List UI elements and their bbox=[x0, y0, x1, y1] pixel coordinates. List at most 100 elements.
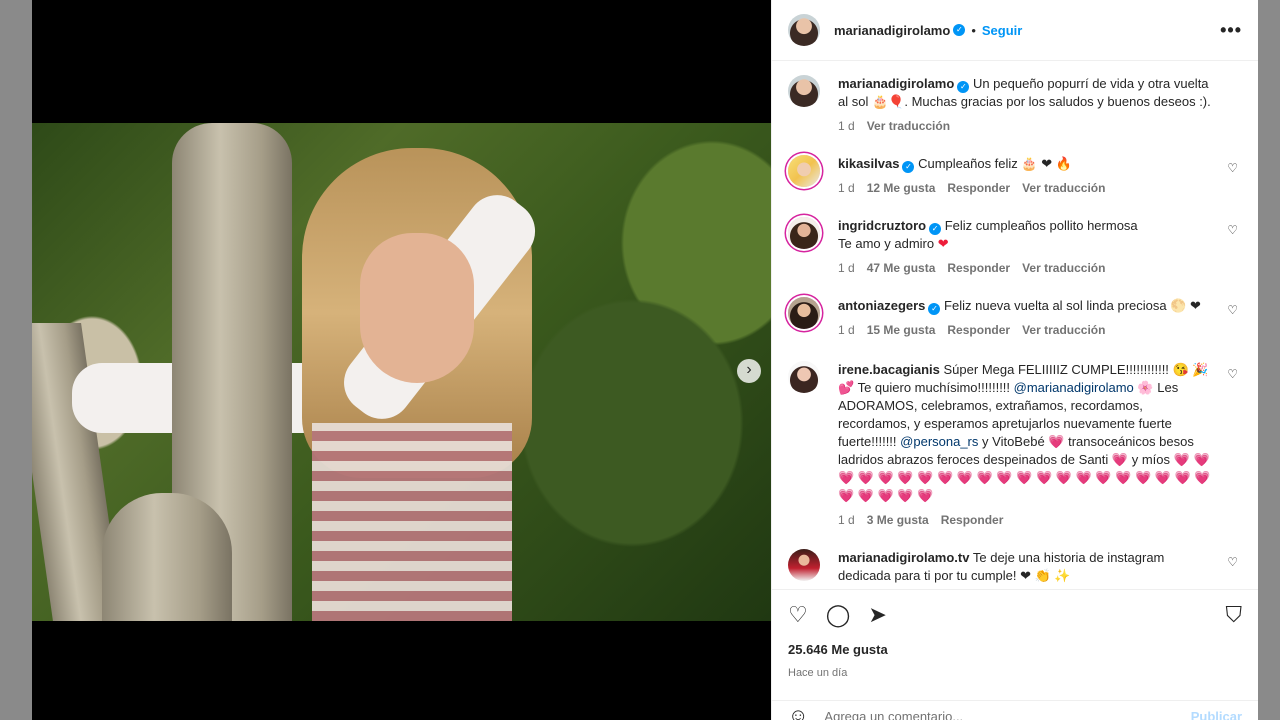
reply-link[interactable]: Responder bbox=[947, 181, 1010, 195]
like-icon[interactable]: ♡ bbox=[788, 604, 808, 626]
translate-link[interactable]: Ver traducción bbox=[1022, 181, 1105, 195]
post-time[interactable]: Hace un día bbox=[788, 667, 1242, 679]
emoji-icon[interactable]: ☺ bbox=[788, 705, 808, 720]
likes-count[interactable]: 25.646 Me gusta bbox=[788, 642, 1242, 657]
post-actions: ♡ ◯ ➤ ⛉ 25.646 Me gusta Hace un día bbox=[772, 589, 1258, 679]
avatar[interactable] bbox=[788, 155, 820, 187]
comment-meta: 1 d 12 Me gusta Responder Ver traducción bbox=[838, 181, 1105, 195]
post-header: marianadigirolamo ✓ • Seguir ••• bbox=[772, 0, 1258, 61]
translate-link[interactable]: Ver traducción bbox=[1022, 261, 1105, 275]
comment-meta: 1 d 3 Me gusta Responder bbox=[838, 513, 1214, 527]
follow-button[interactable]: Seguir bbox=[982, 23, 1022, 38]
comment-age: 1 d bbox=[838, 513, 855, 527]
comment-text: irene.bacagianis Súper Mega FELIIIIIZ CU… bbox=[838, 361, 1214, 505]
comment-body: y míos bbox=[1131, 452, 1171, 467]
caption-meta: 1 d Ver traducción bbox=[838, 119, 1214, 133]
action-bar: ♡ ◯ ➤ ⛉ bbox=[788, 602, 1242, 628]
comment-username[interactable]: marianadigirolamo.tv bbox=[838, 550, 969, 565]
verified-icon: ✓ bbox=[902, 161, 915, 173]
caption-text: marianadigirolamo ✓ Un pequeño popurrí de… bbox=[838, 75, 1214, 111]
verified-icon: ✓ bbox=[953, 24, 966, 36]
comment-text: marianadigirolamo.tv Te deje una histori… bbox=[838, 549, 1214, 585]
comment-item: kikasilvas ✓ Cumpleaños feliz 🎂 ❤ 🔥 1 d 1… bbox=[788, 155, 1242, 195]
post-media: › bbox=[32, 0, 771, 720]
comment-likes[interactable]: 47 Me gusta bbox=[867, 261, 936, 275]
comment-body: Feliz nueva vuelta al sol linda preciosa bbox=[944, 298, 1167, 313]
verified-icon: ✓ bbox=[928, 303, 941, 315]
comments-list[interactable]: marianadigirolamo ✓ Un pequeño popurrí de… bbox=[772, 61, 1258, 589]
comment-icon[interactable]: ◯ bbox=[826, 604, 851, 626]
verified-icon: ✓ bbox=[929, 223, 942, 235]
reply-link[interactable]: Responder bbox=[947, 323, 1010, 337]
comment-emojis: ❤ 👏 ✨ bbox=[1020, 568, 1071, 583]
avatar[interactable] bbox=[788, 75, 820, 107]
comment-item: marianadigirolamo.tv Te deje una histori… bbox=[788, 549, 1242, 585]
avatar[interactable] bbox=[788, 297, 820, 329]
caption-text-b: . Muchas gracias por los saludos y bueno… bbox=[904, 94, 1211, 109]
comment-username[interactable]: irene.bacagianis bbox=[838, 362, 940, 377]
comment-item: antoniazegers ✓ Feliz nueva vuelta al sol… bbox=[788, 297, 1242, 337]
caption: marianadigirolamo ✓ Un pequeño popurrí de… bbox=[788, 75, 1242, 133]
avatar[interactable] bbox=[788, 14, 820, 46]
heart-icon: ❤ bbox=[937, 236, 949, 251]
comment-body: Súper Mega FELIIIIIZ CUMPLE!!!!!!!!!!!! bbox=[943, 362, 1169, 377]
comment-username[interactable]: ingridcruztoro bbox=[838, 218, 926, 233]
comment-body: y VitoBebé bbox=[982, 434, 1045, 449]
photo-face bbox=[360, 233, 474, 383]
comment-likes[interactable]: 3 Me gusta bbox=[867, 513, 929, 527]
comment-likes[interactable]: 15 Me gusta bbox=[867, 323, 936, 337]
balloon-icon: 🎈 bbox=[888, 94, 905, 109]
comment-body: Te amo y admiro bbox=[838, 236, 935, 251]
comment-text: antoniazegers ✓ Feliz nueva vuelta al sol… bbox=[838, 297, 1201, 315]
comment-emojis: 🎂 ❤ 🔥 bbox=[1021, 156, 1072, 171]
photo-shirt bbox=[312, 423, 512, 621]
avatar[interactable] bbox=[788, 549, 820, 581]
add-comment-bar: ☺ Agrega un comentario... Publicar bbox=[772, 700, 1258, 720]
translate-link[interactable]: Ver traducción bbox=[1022, 323, 1105, 337]
caption-age: 1 d bbox=[838, 119, 855, 133]
header-username[interactable]: marianadigirolamo bbox=[834, 23, 950, 38]
caption-username[interactable]: marianadigirolamo bbox=[838, 76, 954, 91]
separator: • bbox=[971, 22, 976, 38]
comment-text: kikasilvas ✓ Cumpleaños feliz 🎂 ❤ 🔥 bbox=[838, 155, 1105, 173]
comment-age: 1 d bbox=[838, 323, 855, 337]
comment-body: Cumpleaños feliz bbox=[918, 156, 1018, 171]
comment-item: irene.bacagianis Súper Mega FELIIIIIZ CU… bbox=[788, 361, 1242, 527]
like-comment-icon[interactable]: ♡ bbox=[1227, 367, 1238, 381]
comment-username[interactable]: antoniazegers bbox=[838, 298, 925, 313]
flower-icon: 🌸 bbox=[1137, 380, 1154, 395]
more-options-icon[interactable]: ••• bbox=[1220, 20, 1242, 41]
mention-link[interactable]: @persona_rs bbox=[900, 434, 978, 449]
save-icon[interactable]: ⛉ bbox=[1225, 604, 1242, 626]
avatar[interactable] bbox=[788, 361, 820, 393]
comment-body: Te quiero muchísimo!!!!!!!!! bbox=[857, 380, 1011, 395]
carousel-next-button[interactable]: › bbox=[737, 359, 761, 383]
cake-icon: 🎂 bbox=[871, 94, 889, 109]
comment-input[interactable]: Agrega un comentario... bbox=[824, 709, 963, 720]
like-comment-icon[interactable]: ♡ bbox=[1227, 161, 1238, 175]
comment-item: ingridcruztoro ✓ Feliz cumpleaños pollito… bbox=[788, 217, 1242, 275]
comment-body: Feliz cumpleaños pollito hermosa bbox=[944, 218, 1138, 233]
post-photo[interactable] bbox=[32, 123, 771, 621]
reply-link[interactable]: Responder bbox=[947, 261, 1010, 275]
comment-emojis: 🌕 ❤ bbox=[1170, 298, 1201, 313]
tree-branch bbox=[102, 493, 232, 621]
heart-icon: 💗 bbox=[1048, 434, 1065, 449]
like-comment-icon[interactable]: ♡ bbox=[1227, 555, 1238, 569]
comment-meta: 1 d 15 Me gusta Responder Ver traducción bbox=[838, 323, 1201, 337]
reply-link[interactable]: Responder bbox=[941, 513, 1004, 527]
mention-link[interactable]: @marianadigirolamo bbox=[1014, 380, 1134, 395]
verified-icon: ✓ bbox=[957, 81, 970, 93]
comment-likes[interactable]: 12 Me gusta bbox=[867, 181, 936, 195]
like-comment-icon[interactable]: ♡ bbox=[1227, 223, 1238, 237]
like-comment-icon[interactable]: ♡ bbox=[1227, 303, 1238, 317]
comment-username[interactable]: kikasilvas bbox=[838, 156, 899, 171]
comment-text: ingridcruztoro ✓ Feliz cumpleaños pollito… bbox=[838, 217, 1138, 253]
publish-button[interactable]: Publicar bbox=[1191, 709, 1242, 720]
heart-icon: 💗 bbox=[1111, 452, 1129, 467]
avatar[interactable] bbox=[788, 217, 820, 249]
post-side-panel: marianadigirolamo ✓ • Seguir ••• mariana… bbox=[771, 0, 1258, 720]
share-icon[interactable]: ➤ bbox=[868, 604, 886, 626]
translate-link[interactable]: Ver traducción bbox=[867, 119, 950, 133]
comment-age: 1 d bbox=[838, 261, 855, 275]
